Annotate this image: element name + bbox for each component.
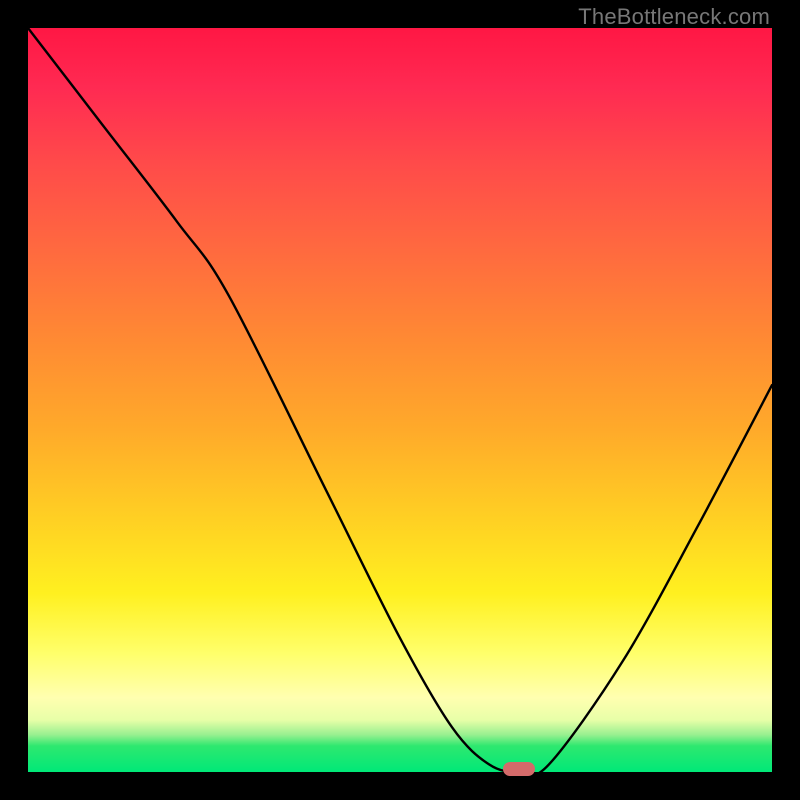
- plot-area: [28, 28, 772, 772]
- bottleneck-curve: [28, 28, 772, 772]
- watermark-text: TheBottleneck.com: [578, 4, 770, 30]
- optimal-marker: [503, 762, 535, 776]
- chart-frame: TheBottleneck.com: [0, 0, 800, 800]
